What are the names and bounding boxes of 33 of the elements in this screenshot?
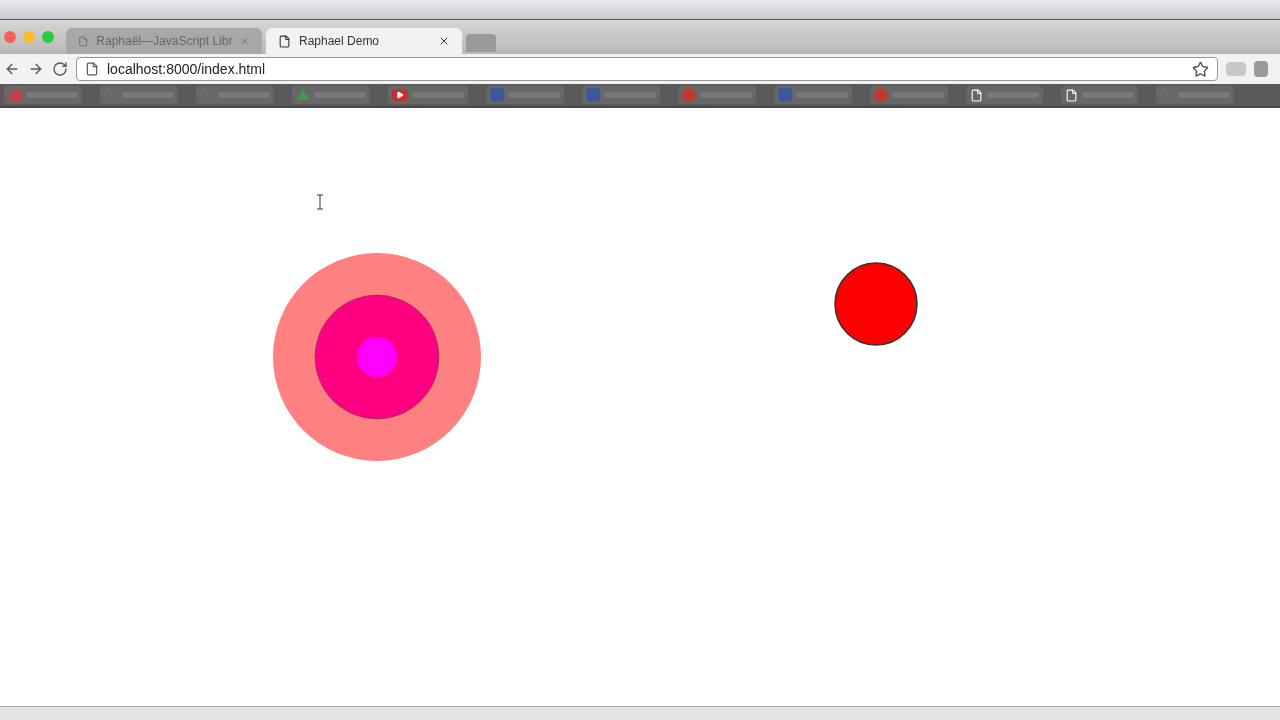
tab-title: Raphael Demo bbox=[299, 33, 381, 50]
address-field[interactable]: localhost:8000/index.html bbox=[76, 57, 1218, 81]
close-icon[interactable] bbox=[438, 35, 450, 47]
folder-icon bbox=[1160, 88, 1174, 102]
bookmark-item[interactable] bbox=[966, 86, 1043, 104]
forward-icon[interactable] bbox=[28, 61, 44, 77]
close-window-icon[interactable] bbox=[4, 31, 16, 43]
reload-icon[interactable] bbox=[52, 61, 68, 77]
grid-icon bbox=[8, 88, 22, 102]
bookmark-item[interactable] bbox=[774, 86, 852, 104]
page-icon bbox=[85, 62, 99, 76]
new-tab-button[interactable] bbox=[466, 34, 496, 52]
bookmark-item[interactable] bbox=[582, 86, 660, 104]
browser-tab[interactable]: Raphael Demo bbox=[266, 28, 462, 54]
bookmark-item[interactable] bbox=[1061, 86, 1138, 104]
bookmark-item[interactable] bbox=[388, 86, 468, 104]
page-icon bbox=[78, 34, 89, 48]
minimize-window-icon[interactable] bbox=[23, 31, 35, 43]
page-icon bbox=[1065, 88, 1078, 102]
triangle-icon bbox=[296, 88, 310, 102]
page-icon bbox=[970, 88, 983, 102]
tab-title: Raphaël—JavaScript Libr bbox=[96, 33, 233, 50]
i-beam-cursor-icon bbox=[316, 194, 324, 210]
zoom-window-icon[interactable] bbox=[42, 31, 54, 43]
bookmark-star-icon[interactable] bbox=[1192, 60, 1209, 78]
back-icon[interactable] bbox=[4, 61, 20, 77]
bookmark-item[interactable] bbox=[292, 86, 370, 104]
play-icon bbox=[392, 89, 408, 101]
folder-icon bbox=[104, 88, 118, 102]
bookmark-item[interactable] bbox=[486, 86, 564, 104]
url-text: localhost:8000/index.html bbox=[107, 59, 266, 79]
page-icon bbox=[278, 34, 291, 48]
folder-icon bbox=[200, 88, 214, 102]
